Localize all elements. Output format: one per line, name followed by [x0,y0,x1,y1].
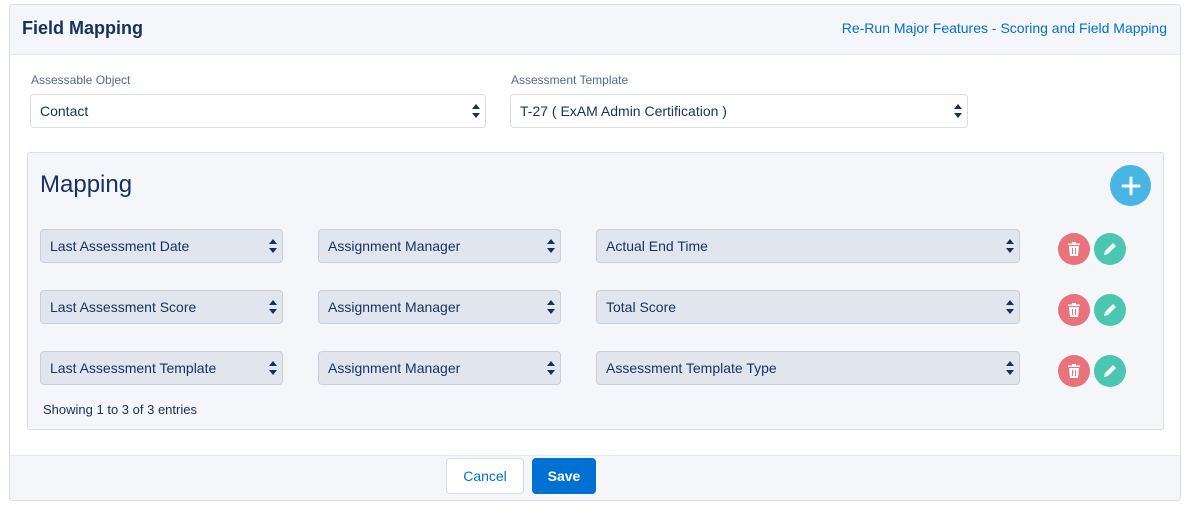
cancel-button[interactable]: Cancel [446,458,524,494]
mapping-field-value: Last Assessment Template [50,360,217,376]
up-down-arrows-icon [547,300,555,314]
mapping-field-select[interactable]: Last Assessment Score [40,290,283,324]
mapping-source-select[interactable]: Assignment Manager [318,351,561,385]
up-down-arrows-icon [472,104,480,118]
mapping-source-value: Assignment Manager [328,238,461,254]
entries-suffix: entries [154,402,197,417]
pencil-icon [1104,243,1116,255]
add-mapping-button[interactable] [1110,165,1151,206]
entries-summary: Showing 1 to 3 of 3 entries [43,402,197,417]
mapping-target-value: Assessment Template Type [606,360,777,376]
up-down-arrows-icon [547,239,555,253]
assessable-object-value: Contact [40,103,89,119]
assessment-template-select[interactable]: T-27 ( ExAM Admin Certification ) [510,94,968,128]
plus-icon [1121,176,1140,195]
mapping-title: Mapping [40,171,133,198]
up-down-arrows-icon [269,239,277,253]
mapping-field-value: Last Assessment Score [50,299,197,315]
trash-icon [1068,242,1080,256]
delete-mapping-button[interactable] [1058,294,1090,326]
delete-mapping-button[interactable] [1058,233,1090,265]
edit-mapping-button[interactable] [1094,294,1126,326]
mapping-target-select[interactable]: Actual End Time [596,229,1020,263]
up-down-arrows-icon [954,104,962,118]
trash-icon [1068,303,1080,317]
up-down-arrows-icon [1006,300,1014,314]
up-down-arrows-icon [1006,361,1014,375]
entries-mid1: to [103,402,122,417]
edit-mapping-button[interactable] [1094,233,1126,265]
pencil-icon [1104,365,1116,377]
assessable-object-label: Assessable Object [31,73,131,87]
up-down-arrows-icon [1006,239,1014,253]
mapping-target-select[interactable]: Assessment Template Type [596,351,1020,385]
delete-mapping-button[interactable] [1058,355,1090,387]
save-button[interactable]: Save [532,458,596,494]
up-down-arrows-icon [547,361,555,375]
mapping-panel: Mapping Last Assessment Date Assignment … [27,152,1164,430]
mapping-source-value: Assignment Manager [328,299,461,315]
mapping-source-select[interactable]: Assignment Manager [318,290,561,324]
mapping-field-select[interactable]: Last Assessment Date [40,229,283,263]
up-down-arrows-icon [269,300,277,314]
page-title: Field Mapping [22,18,143,38]
mapping-field-select[interactable]: Last Assessment Template [40,351,283,385]
mapping-target-value: Actual End Time [606,238,708,254]
assessment-template-value: T-27 ( ExAM Admin Certification ) [520,103,727,119]
edit-mapping-button[interactable] [1094,355,1126,387]
mapping-field-value: Last Assessment Date [50,238,190,254]
field-mapping-card: Field Mapping Re-Run Major Features - Sc… [9,4,1181,501]
mapping-target-value: Total Score [606,299,677,315]
rerun-major-features-link[interactable]: Re-Run Major Features - Scoring and Fiel… [842,20,1167,36]
up-down-arrows-icon [269,361,277,375]
assessable-object-select[interactable]: Contact [30,94,486,128]
pencil-icon [1104,304,1116,316]
assessment-template-label: Assessment Template [511,73,629,87]
entries-to: 3 [121,402,130,417]
entries-prefix: Showing [43,402,97,417]
entries-from: 1 [96,402,104,417]
mapping-source-value: Assignment Manager [328,360,461,376]
card-header: Field Mapping Re-Run Major Features - Sc… [10,5,1180,55]
mapping-target-select[interactable]: Total Score [596,290,1020,324]
mapping-source-select[interactable]: Assignment Manager [318,229,561,263]
trash-icon [1068,364,1080,378]
entries-mid2: of [129,402,148,417]
